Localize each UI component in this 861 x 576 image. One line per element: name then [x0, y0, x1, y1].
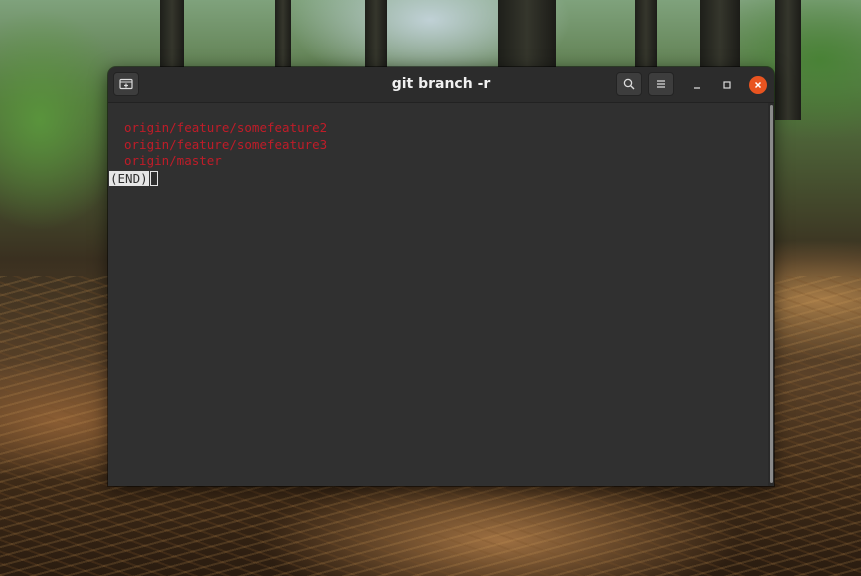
terminal-window: git branch -r origin/feature/somefeature…: [108, 67, 774, 486]
pager-end-line: (END): [109, 171, 158, 188]
search-button[interactable]: [616, 72, 642, 96]
close-button[interactable]: [749, 76, 767, 94]
scrollbar[interactable]: [768, 103, 774, 486]
terminal-cursor: [149, 171, 158, 186]
tree-trunk: [498, 0, 556, 70]
scrollbar-thumb[interactable]: [770, 105, 773, 483]
desktop-wallpaper: git branch -r origin/feature/somefeature…: [0, 0, 861, 576]
tree-trunk: [700, 0, 740, 70]
menu-button[interactable]: [648, 72, 674, 96]
search-icon: [623, 78, 635, 90]
tree-trunk: [160, 0, 184, 70]
maximize-button[interactable]: [718, 76, 736, 94]
close-icon: [754, 81, 762, 89]
branch-line: origin/master: [124, 153, 222, 168]
branch-line: origin/feature/somefeature3: [124, 136, 328, 152]
terminal-output[interactable]: origin/feature/somefeature2 origin/featu…: [108, 103, 768, 486]
tree-trunk: [635, 0, 657, 70]
branch-line: origin/feature/somefeature2: [124, 120, 328, 135]
window-title: git branch -r: [391, 76, 491, 92]
tree-trunk: [275, 0, 291, 70]
minimize-icon: [694, 87, 700, 89]
minimize-button[interactable]: [688, 76, 706, 94]
branch-list: origin/feature/somefeature2 origin/featu…: [124, 120, 327, 170]
tree-trunk: [775, 0, 801, 120]
pager-end-marker: (END): [109, 171, 149, 186]
tree-trunk: [365, 0, 387, 70]
maximize-icon: [723, 81, 731, 89]
hamburger-menu-icon: [657, 80, 665, 88]
titlebar[interactable]: git branch -r: [108, 67, 774, 103]
